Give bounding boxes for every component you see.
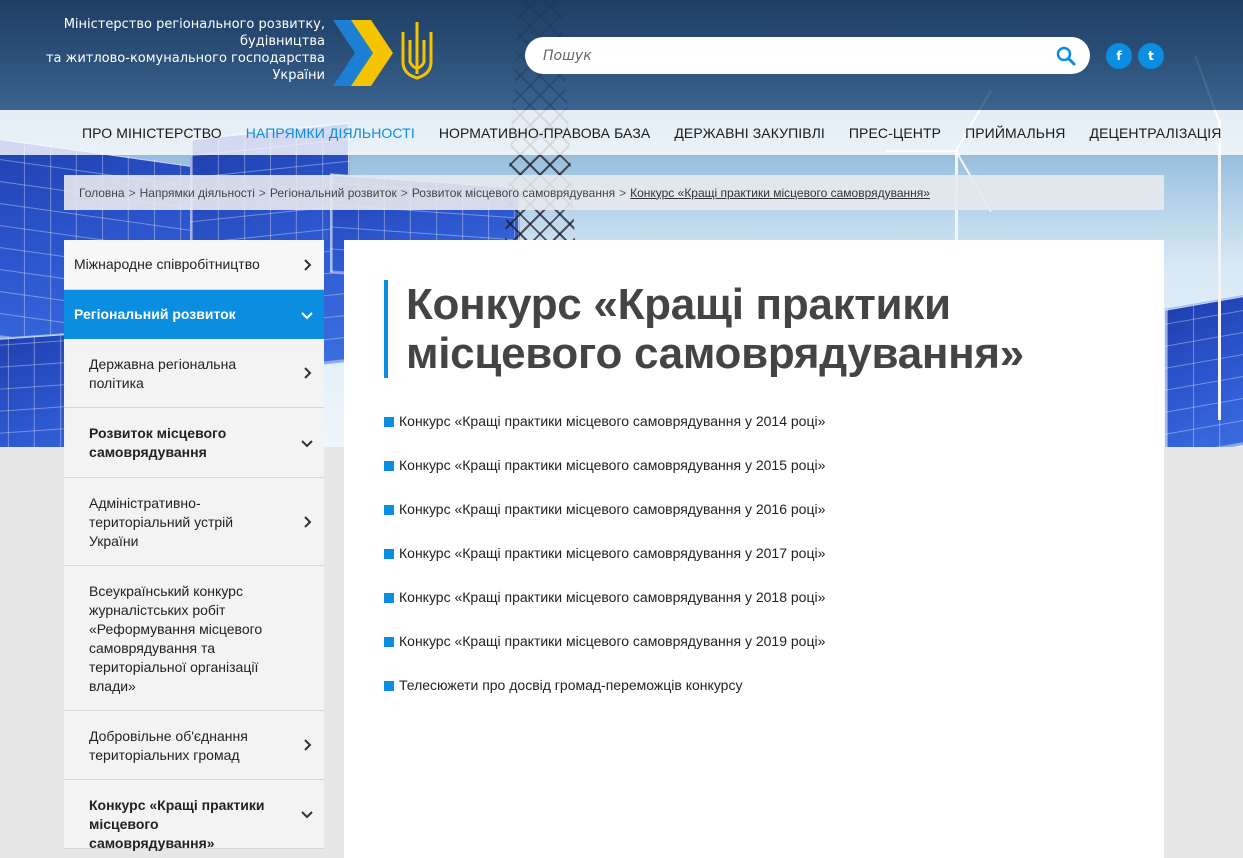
sidebar-item-regional-development[interactable]: Регіональний розвиток bbox=[64, 290, 324, 339]
list-item[interactable]: Конкурс «Кращі практики місцевого самовр… bbox=[384, 589, 825, 633]
list-item-label: Конкурс «Кращі практики місцевого самовр… bbox=[399, 457, 826, 473]
breadcrumb-separator: > bbox=[619, 185, 627, 200]
sidebar-item-international[interactable]: Міжнародне співробітництво bbox=[64, 240, 324, 290]
sidebar-item-label: Міжнародне співробітництво bbox=[74, 256, 260, 272]
sidebar-item-regional-policy[interactable]: Державна регіональна політика bbox=[64, 339, 324, 408]
ministry-name[interactable]: Міністерство регіонального розвитку, буд… bbox=[40, 16, 325, 84]
square-bullet-icon bbox=[384, 637, 394, 647]
list-item[interactable]: Конкурс «Кращі практики місцевого самовр… bbox=[384, 501, 825, 545]
breadcrumb-local-government[interactable]: Розвиток місцевого самоврядування bbox=[412, 186, 615, 200]
chevron-right-icon bbox=[304, 515, 312, 528]
page-title: Конкурс «Кращі практики місцевого самовр… bbox=[406, 280, 1024, 378]
chevron-down-icon bbox=[301, 811, 313, 819]
chevron-right-icon bbox=[304, 367, 312, 379]
main-nav: Про Міністерство Напрямки діяльності Нор… bbox=[0, 110, 1243, 155]
list-item-label: Конкурс «Кращі практики місцевого самовр… bbox=[399, 589, 826, 605]
square-bullet-icon bbox=[384, 593, 394, 603]
list-item-label: Конкурс «Кращі практики місцевого самовр… bbox=[399, 413, 826, 429]
facebook-icon[interactable]: f bbox=[1106, 43, 1132, 69]
list-item[interactable]: Конкурс «Кращі практики місцевого самовр… bbox=[384, 545, 825, 589]
sidebar-item-communities[interactable]: Добровільне об'єднання територіальних гр… bbox=[64, 711, 324, 780]
breadcrumb-home[interactable]: Головна bbox=[79, 186, 125, 200]
chevron-down-icon bbox=[301, 439, 313, 447]
search-input[interactable] bbox=[543, 45, 1043, 67]
breadcrumb-current[interactable]: Конкурс «Кращі практики місцевого самовр… bbox=[630, 186, 930, 200]
nav-item-legal-base[interactable]: Нормативно-правова база bbox=[427, 125, 663, 141]
sidebar-item-label: Регіональний розвиток bbox=[74, 306, 236, 322]
list-item[interactable]: Конкурс «Кращі практики місцевого самовр… bbox=[384, 633, 825, 677]
list-item[interactable]: Конкурс «Кращі практики місцевого самовр… bbox=[384, 457, 825, 501]
nav-item-press-center[interactable]: Прес-центр bbox=[837, 125, 953, 141]
sidebar-item-label: Адміністративно-територіальний устрій Ук… bbox=[89, 495, 234, 549]
sidebar-item-label: Конкурс «Кращі практики місцевого самовр… bbox=[89, 797, 265, 851]
ministry-name-line: Міністерство регіонального розвитку, bbox=[63, 17, 325, 32]
search-icon[interactable] bbox=[1056, 46, 1076, 66]
sidebar-item-label: Добровільне об'єднання територіальних гр… bbox=[89, 728, 248, 763]
nav-item-procurement[interactable]: Державні закупівлі bbox=[662, 125, 837, 141]
breadcrumb: Головна > Напрямки діяльності > Регіонал… bbox=[64, 175, 1164, 210]
wind-turbine-image bbox=[1218, 120, 1221, 420]
sidebar-item-journalism-contest[interactable]: Всеукраїнський конкурс журналістських ро… bbox=[64, 566, 324, 711]
breadcrumb-separator: > bbox=[400, 185, 408, 200]
list-item-label: Конкурс «Кращі практики місцевого самовр… bbox=[399, 633, 826, 649]
sidebar-item-label: Всеукраїнський конкурс журналістських ро… bbox=[89, 583, 263, 694]
breadcrumb-regional-development[interactable]: Регіональний розвиток bbox=[270, 186, 397, 200]
page-title-block: Конкурс «Кращі практики місцевого самовр… bbox=[384, 280, 1104, 378]
nav-item-decentralization[interactable]: Децентралізація bbox=[1078, 125, 1234, 141]
search-box bbox=[525, 37, 1090, 74]
square-bullet-icon bbox=[384, 681, 394, 691]
breadcrumb-separator: > bbox=[258, 185, 266, 200]
trident-icon bbox=[401, 22, 433, 80]
list-item-label: Конкурс «Кращі практики місцевого самовр… bbox=[399, 501, 826, 517]
sidebar-item-local-government[interactable]: Розвиток місцевого самоврядування bbox=[64, 408, 324, 478]
ministry-logo[interactable] bbox=[333, 18, 443, 88]
solar-panel-image bbox=[1165, 291, 1243, 447]
twitter-icon[interactable]: t bbox=[1138, 43, 1164, 69]
square-bullet-icon bbox=[384, 505, 394, 515]
contest-links-list: Конкурс «Кращі практики місцевого самовр… bbox=[384, 413, 825, 721]
breadcrumb-separator: > bbox=[128, 185, 136, 200]
sidebar-item-label: Розвиток місцевого самоврядування bbox=[89, 425, 227, 460]
square-bullet-icon bbox=[384, 417, 394, 427]
nav-item-reception[interactable]: Приймальня bbox=[953, 125, 1077, 141]
sidebar: Міжнародне співробітництво Регіональний … bbox=[64, 240, 324, 851]
square-bullet-icon bbox=[384, 549, 394, 559]
ministry-name-line: України bbox=[272, 68, 325, 83]
nav-item-about[interactable]: Про Міністерство bbox=[70, 125, 234, 141]
ministry-name-line: будівництва bbox=[240, 34, 325, 49]
chevron-right-icon bbox=[304, 739, 312, 751]
chevron-right-icon bbox=[304, 258, 312, 271]
ministry-name-line: та житлово-комунального господарства bbox=[45, 51, 325, 66]
breadcrumb-activities[interactable]: Напрямки діяльності bbox=[140, 186, 255, 200]
list-item[interactable]: Конкурс «Кращі практики місцевого самовр… bbox=[384, 413, 825, 457]
sidebar-item-best-practices[interactable]: Конкурс «Кращі практики місцевого самовр… bbox=[64, 780, 324, 851]
chevron-down-icon bbox=[301, 311, 313, 319]
sidebar-item-admin-territorial[interactable]: Адміністративно-територіальний устрій Ук… bbox=[64, 478, 324, 566]
list-item-label: Конкурс «Кращі практики місцевого самовр… bbox=[399, 545, 826, 561]
list-item[interactable]: Телесюжети про досвід громад-переможців … bbox=[384, 677, 825, 721]
list-item-label: Телесюжети про досвід громад-переможців … bbox=[399, 677, 743, 693]
square-bullet-icon bbox=[384, 461, 394, 471]
main-content: Конкурс «Кращі практики місцевого самовр… bbox=[344, 240, 1164, 858]
nav-item-activities[interactable]: Напрямки діяльності bbox=[234, 125, 427, 141]
sidebar-item-label: Державна регіональна політика bbox=[89, 356, 237, 391]
